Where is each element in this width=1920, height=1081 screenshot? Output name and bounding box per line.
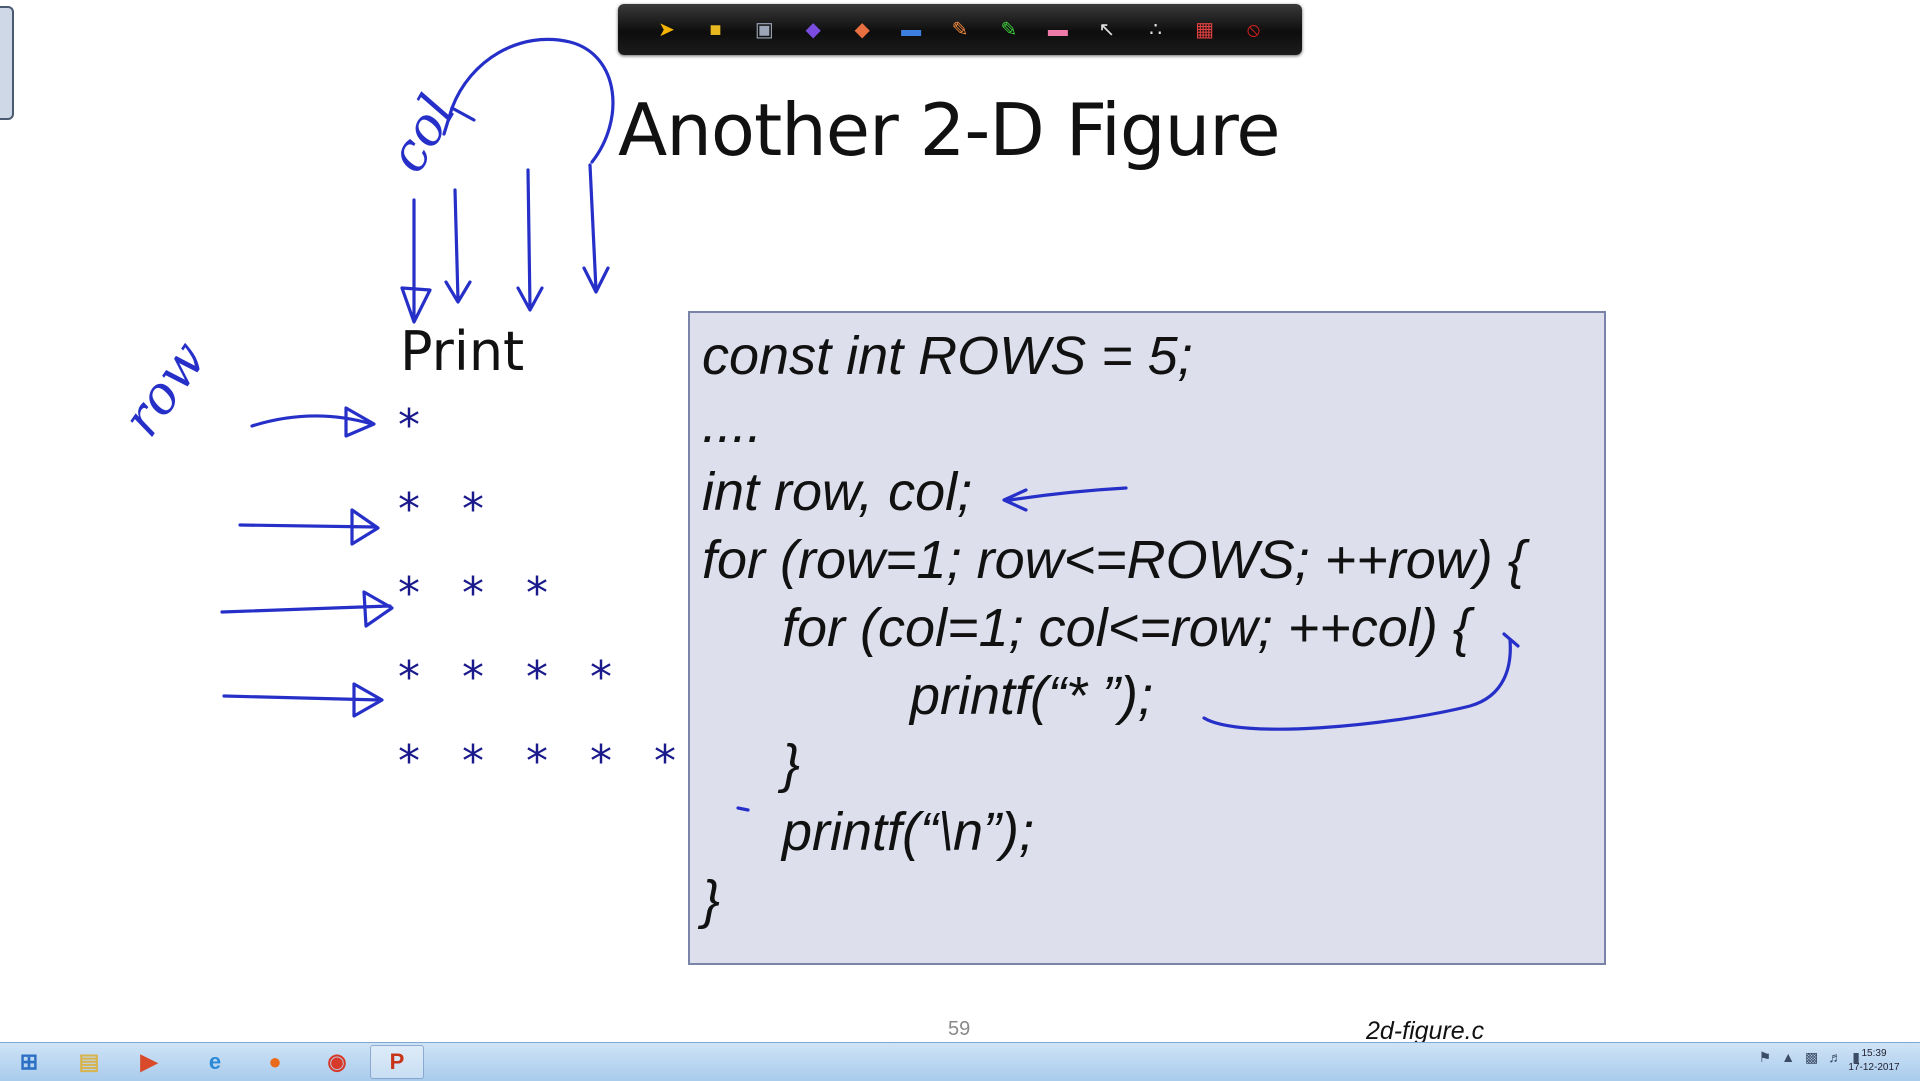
volume-icon[interactable]: ♬ xyxy=(1828,1049,1842,1066)
code-line: printf(“\n”); xyxy=(782,802,1035,862)
code-line: for (row=1; row<=ROWS; ++row) { xyxy=(702,530,1526,590)
clear-stop-icon[interactable]: ⦸ xyxy=(1239,15,1269,45)
code-box: const int ROWS = 5; .... int row, col; f… xyxy=(688,311,1606,965)
star-row-5: * * * * * xyxy=(398,736,690,787)
ink-stroke xyxy=(222,682,384,718)
code-line: printf(“* ”); xyxy=(910,666,1153,726)
color-palette-icon[interactable]: ▦ xyxy=(1190,15,1220,45)
page-number: 59 xyxy=(948,1018,971,1040)
laser-dots-icon[interactable]: ∴ xyxy=(1141,15,1171,45)
internet-explorer-icon[interactable]: e xyxy=(188,1045,242,1079)
handwriting-row: row xyxy=(111,331,218,448)
print-label: Print xyxy=(400,320,525,383)
start-button[interactable]: ⊞ xyxy=(2,1045,56,1079)
ink-stroke xyxy=(516,168,544,312)
star-row-4: * * * * xyxy=(398,652,626,703)
folder-icon[interactable]: ■ xyxy=(700,15,730,45)
clock-date: 17-12-2017 xyxy=(1848,1062,1900,1073)
ink-stroke xyxy=(450,37,615,164)
clock-time: 15:39 xyxy=(1861,1048,1887,1059)
clock[interactable]: 15:39 17-12-2017 xyxy=(1842,1047,1906,1075)
star-row-1: * xyxy=(398,400,434,451)
powerpoint-icon[interactable]: P xyxy=(370,1045,424,1079)
star-row-3: * * * xyxy=(398,568,562,619)
arrow-tool-icon[interactable]: ➤ xyxy=(651,15,681,45)
ink-stroke xyxy=(250,406,376,438)
chrome-icon[interactable]: ◉ xyxy=(310,1045,364,1079)
network-icon[interactable]: ▩ xyxy=(1805,1049,1818,1066)
code-line: .... xyxy=(702,394,763,454)
media-player-icon[interactable]: ▶ xyxy=(122,1045,176,1079)
code-line: for (col=1; col<=row; ++col) { xyxy=(782,598,1471,658)
screen: ➤ ■ ▣ ◆ ◆ ▬ ✎ ✎ ▬ ↖ ∴ ▦ ⦸ Another 2-D Figure Print *… xyxy=(0,0,1920,1081)
firefox-icon[interactable]: ● xyxy=(248,1045,302,1079)
slide-title: Another 2-D Figure xyxy=(618,88,1281,172)
code-line: } xyxy=(782,734,801,794)
save-icon[interactable]: ▣ xyxy=(749,15,779,45)
ink-stroke xyxy=(400,198,432,324)
side-panel-handle[interactable] xyxy=(0,6,14,120)
taskbar: ⚑ ▲ ▩ ♬ ▮ 15:39 17-12-2017 ⊞ ▤ ▶ e ● ◉ P xyxy=(0,1042,1920,1081)
ink-stroke xyxy=(444,188,472,304)
ink-stroke xyxy=(238,508,380,546)
screen-icon[interactable]: ▬ xyxy=(896,15,926,45)
marker-tool-icon[interactable]: ◆ xyxy=(847,15,877,45)
file-explorer-icon[interactable]: ▤ xyxy=(62,1045,116,1079)
ink-stroke xyxy=(220,590,394,628)
ink-stroke xyxy=(442,106,476,136)
flag-icon[interactable]: ⚑ xyxy=(1759,1049,1772,1066)
pencil-icon[interactable]: ✎ xyxy=(945,15,975,45)
highlighter-icon[interactable]: ✎ xyxy=(994,15,1024,45)
pointer-icon[interactable]: ↖ xyxy=(1092,15,1122,45)
pen-tool-icon[interactable]: ◆ xyxy=(798,15,828,45)
handwriting-col: col xyxy=(377,86,467,183)
annotation-toolbar: ➤ ■ ▣ ◆ ◆ ▬ ✎ ✎ ▬ ↖ ∴ ▦ ⦸ xyxy=(618,4,1302,55)
code-line: } xyxy=(702,870,721,930)
ink-stroke xyxy=(582,163,610,294)
code-line: int row, col; xyxy=(702,462,973,522)
star-row-2: * * xyxy=(398,484,498,535)
eraser-icon[interactable]: ▬ xyxy=(1043,15,1073,45)
code-line: const int ROWS = 5; xyxy=(702,326,1193,386)
show-hidden-icons-icon[interactable]: ▲ xyxy=(1781,1049,1795,1066)
